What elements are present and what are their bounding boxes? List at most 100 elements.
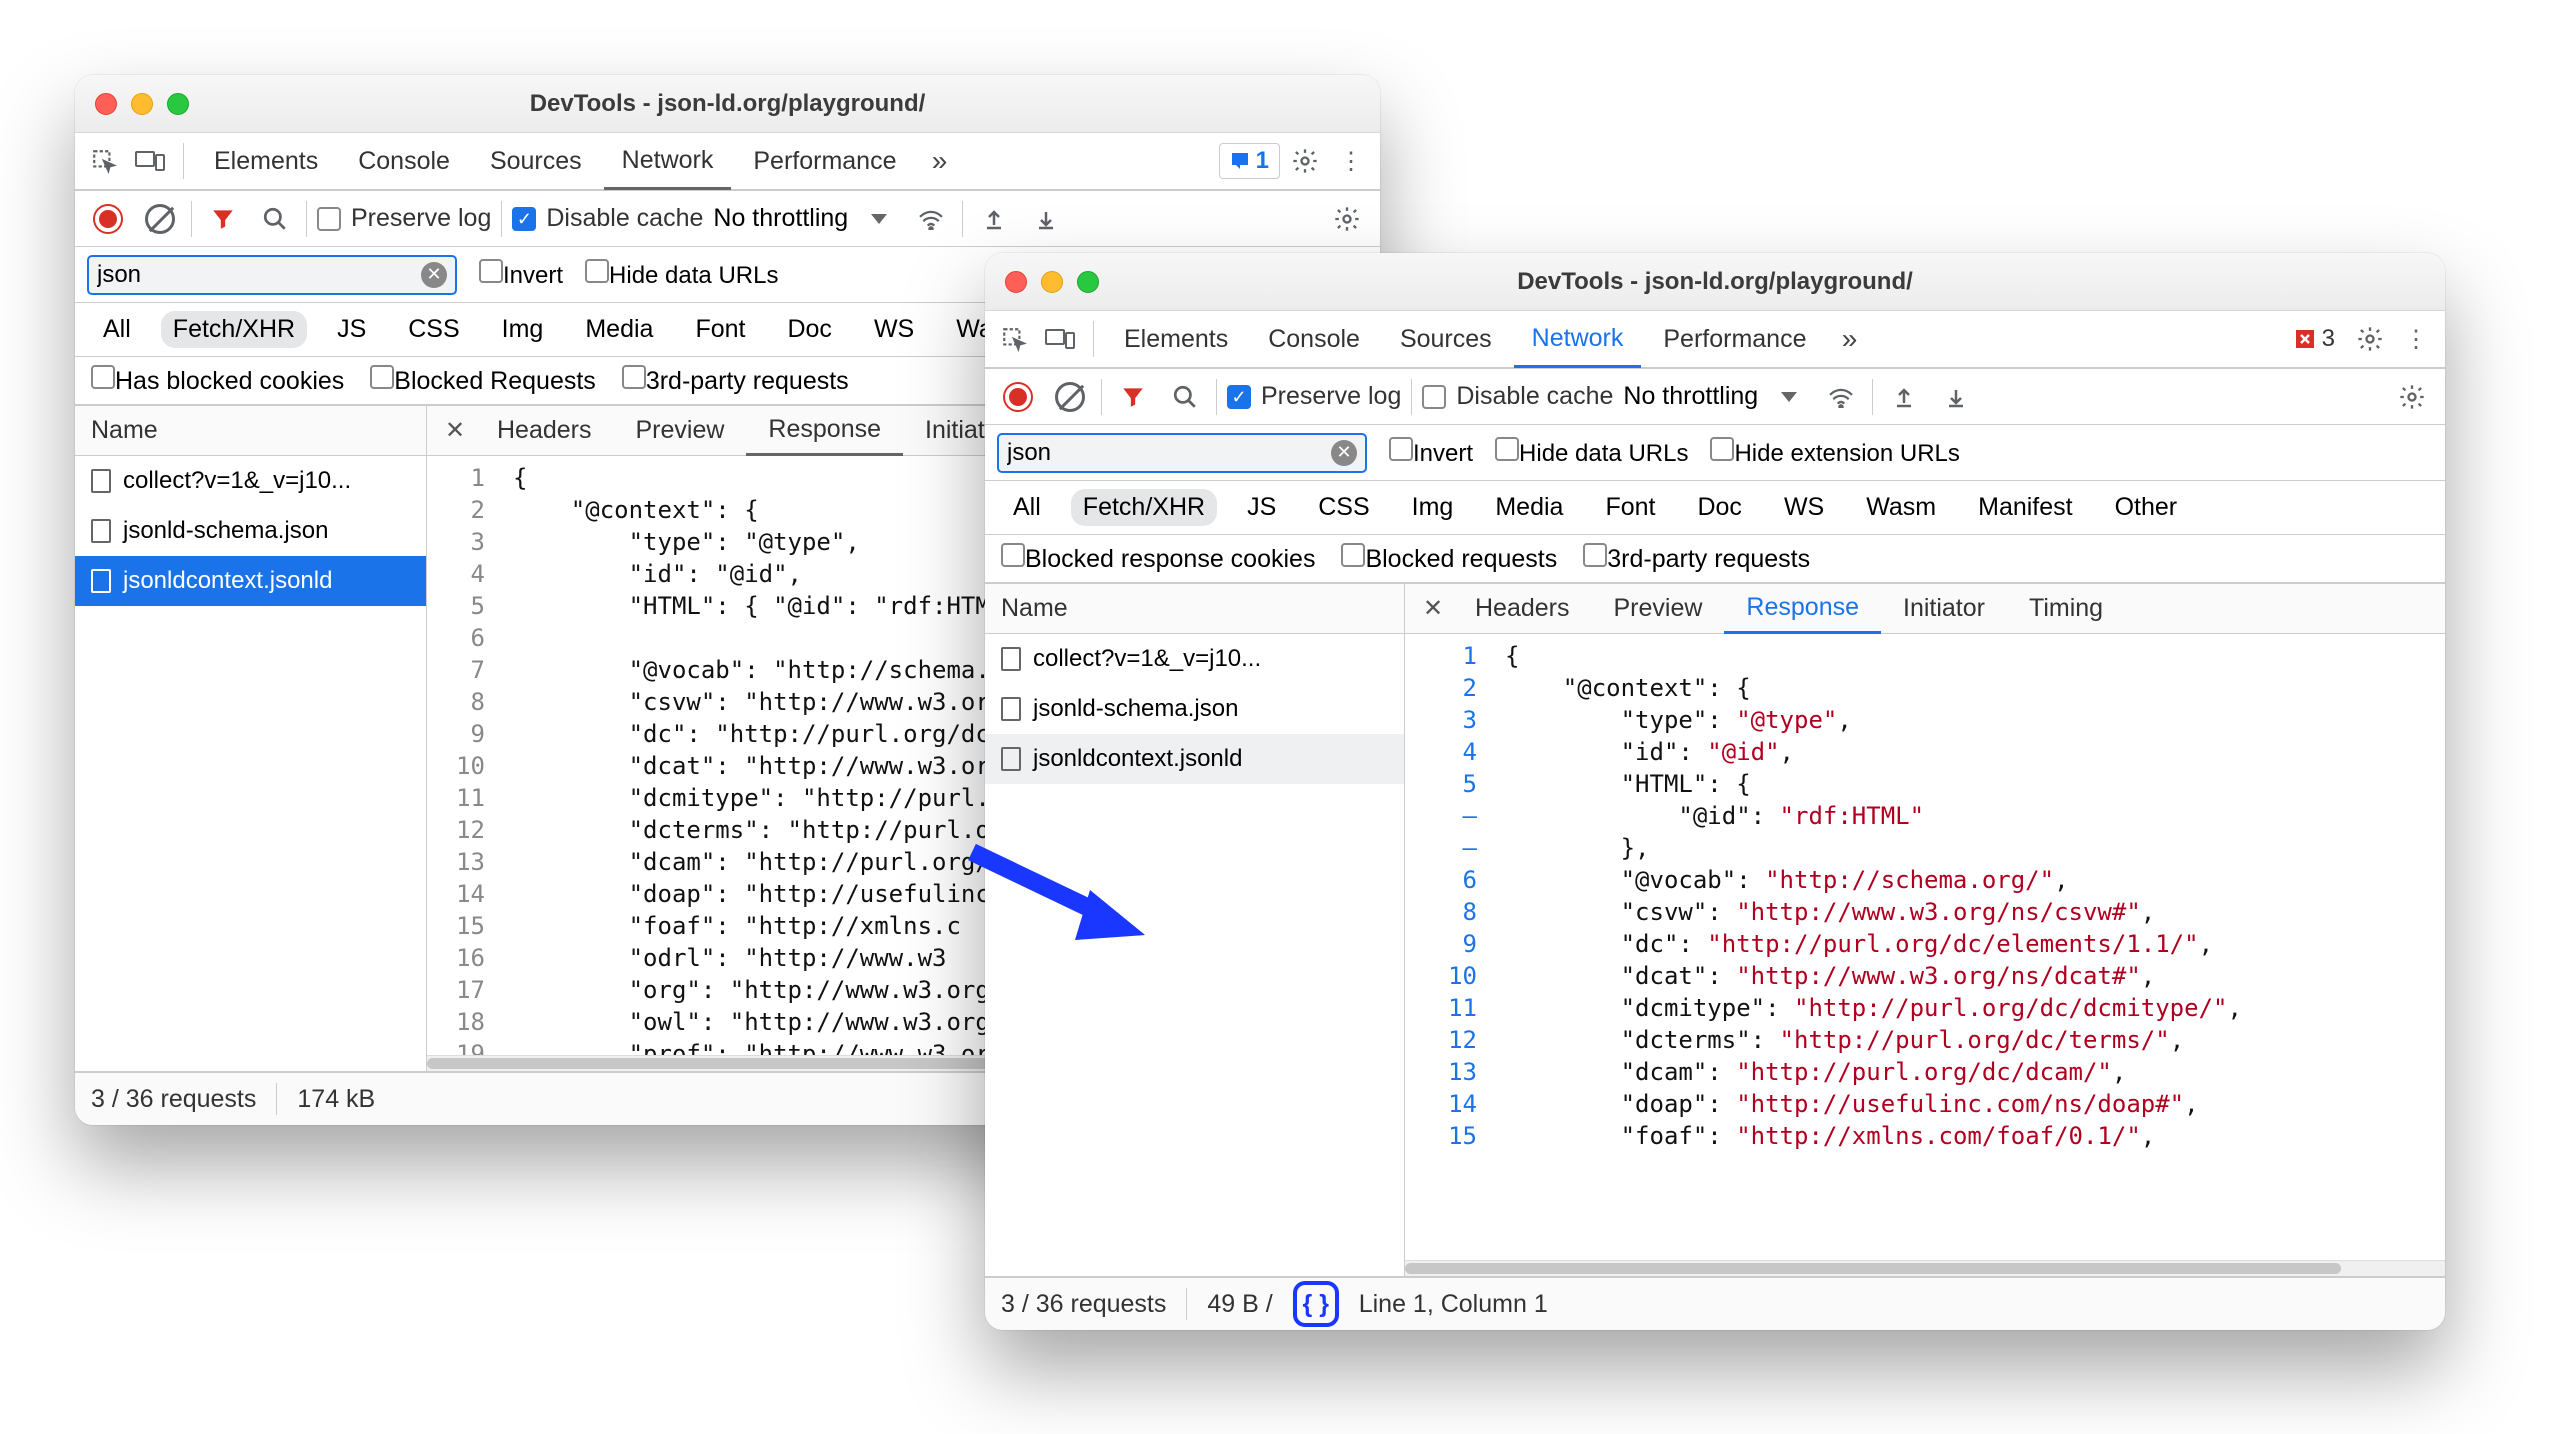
close-icon[interactable] (95, 93, 117, 115)
horizontal-scrollbar[interactable] (1405, 1260, 2445, 1276)
download-icon[interactable] (1935, 376, 1977, 418)
record-button[interactable] (997, 376, 1039, 418)
type-img[interactable]: Img (1400, 489, 1466, 526)
name-column-header[interactable]: Name (75, 406, 426, 456)
request-row[interactable]: jsonldcontext.jsonld (985, 734, 1404, 784)
upload-icon[interactable] (1883, 376, 1925, 418)
tab-response[interactable]: Response (746, 407, 903, 456)
throttling-select[interactable]: No throttling (1623, 382, 1758, 411)
kebab-icon[interactable]: ⋮ (2395, 318, 2437, 360)
type-img[interactable]: Img (490, 311, 556, 348)
more-tabs-icon[interactable]: » (1828, 318, 1870, 360)
search-icon[interactable] (1164, 376, 1206, 418)
clear-button[interactable] (139, 198, 181, 240)
type-media[interactable]: Media (1483, 489, 1575, 526)
tab-timing[interactable]: Timing (2007, 584, 2125, 633)
request-row[interactable]: jsonld-schema.json (985, 684, 1404, 734)
issues-badge[interactable]: 1 (1219, 143, 1280, 179)
clear-filter-icon[interactable]: ✕ (1331, 440, 1357, 466)
tab-elements[interactable]: Elements (196, 133, 336, 189)
titlebar[interactable]: DevTools - json-ld.org/playground/ (75, 75, 1380, 133)
filter-input[interactable]: ✕ (997, 433, 1367, 473)
minimize-icon[interactable] (131, 93, 153, 115)
tab-headers[interactable]: Headers (1453, 584, 1592, 633)
kebab-icon[interactable]: ⋮ (1330, 140, 1372, 182)
record-button[interactable] (87, 198, 129, 240)
invert-checkbox[interactable]: Invert (1389, 437, 1473, 468)
tab-performance[interactable]: Performance (1645, 311, 1824, 367)
type-manifest[interactable]: Manifest (1966, 489, 2084, 526)
throttling-select[interactable]: No throttling (713, 204, 848, 233)
disable-cache-checkbox[interactable]: Disable cache (512, 204, 703, 233)
type-other[interactable]: Other (2103, 489, 2190, 526)
settings-icon[interactable] (1284, 140, 1326, 182)
errors-badge[interactable]: 3 (2284, 321, 2345, 357)
download-icon[interactable] (1025, 198, 1067, 240)
device-toggle-icon[interactable] (1039, 318, 1081, 360)
tab-preview[interactable]: Preview (614, 406, 747, 455)
tab-response[interactable]: Response (1724, 585, 1881, 634)
type-doc[interactable]: Doc (1685, 489, 1753, 526)
filter-text-input[interactable] (97, 261, 413, 289)
type-css[interactable]: CSS (1306, 489, 1381, 526)
throttling-chevron-icon[interactable] (858, 198, 900, 240)
filter-icon[interactable] (202, 198, 244, 240)
close-detail-icon[interactable]: ✕ (435, 416, 475, 445)
blocked-requests-checkbox[interactable]: Blocked Requests (370, 365, 596, 396)
tab-console[interactable]: Console (340, 133, 468, 189)
type-fetch-xhr[interactable]: Fetch/XHR (1071, 489, 1217, 526)
throttling-chevron-icon[interactable] (1768, 376, 1810, 418)
maximize-icon[interactable] (167, 93, 189, 115)
type-js[interactable]: JS (1235, 489, 1288, 526)
type-js[interactable]: JS (325, 311, 378, 348)
type-media[interactable]: Media (573, 311, 665, 348)
type-fetch-xhr[interactable]: Fetch/XHR (161, 311, 307, 348)
more-tabs-icon[interactable]: » (918, 140, 960, 182)
clear-button[interactable] (1049, 376, 1091, 418)
pretty-print-button[interactable]: { } (1293, 1281, 1339, 1327)
filter-text-input[interactable] (1007, 439, 1323, 467)
has-blocked-cookies-checkbox[interactable]: Has blocked cookies (91, 365, 344, 396)
upload-icon[interactable] (973, 198, 1015, 240)
disable-cache-checkbox[interactable]: Disable cache (1422, 382, 1613, 411)
device-toggle-icon[interactable] (129, 140, 171, 182)
tab-elements[interactable]: Elements (1106, 311, 1246, 367)
inspect-icon[interactable] (993, 318, 1035, 360)
third-party-checkbox[interactable]: 3rd-party requests (622, 365, 849, 396)
request-row-selected[interactable]: jsonldcontext.jsonld (75, 556, 426, 606)
clear-filter-icon[interactable]: ✕ (421, 262, 447, 288)
request-row[interactable]: jsonld-schema.json (75, 506, 426, 556)
settings-icon[interactable] (2391, 376, 2433, 418)
type-doc[interactable]: Doc (775, 311, 843, 348)
type-ws[interactable]: WS (862, 311, 926, 348)
titlebar[interactable]: DevTools - json-ld.org/playground/ (985, 253, 2445, 311)
type-font[interactable]: Font (1593, 489, 1667, 526)
name-column-header[interactable]: Name (985, 584, 1404, 634)
request-row[interactable]: collect?v=1&_v=j10... (75, 456, 426, 506)
tab-preview[interactable]: Preview (1592, 584, 1725, 633)
hide-extension-urls-checkbox[interactable]: Hide extension URLs (1710, 437, 1959, 468)
request-row[interactable]: collect?v=1&_v=j10... (985, 634, 1404, 684)
wifi-icon[interactable] (1820, 376, 1862, 418)
tab-console[interactable]: Console (1250, 311, 1378, 367)
invert-checkbox[interactable]: Invert (479, 259, 563, 290)
hide-data-urls-checkbox[interactable]: Hide data URLs (1495, 437, 1688, 468)
maximize-icon[interactable] (1077, 271, 1099, 293)
type-font[interactable]: Font (683, 311, 757, 348)
blocked-requests-checkbox[interactable]: Blocked requests (1341, 543, 1557, 574)
blocked-response-cookies-checkbox[interactable]: Blocked response cookies (1001, 543, 1315, 574)
type-all[interactable]: All (91, 311, 143, 348)
inspect-icon[interactable] (83, 140, 125, 182)
filter-input[interactable]: ✕ (87, 255, 457, 295)
close-detail-icon[interactable]: ✕ (1413, 594, 1453, 623)
tab-initiator[interactable]: Initiator (1881, 584, 2007, 633)
tab-network[interactable]: Network (604, 134, 732, 190)
wifi-icon[interactable] (910, 198, 952, 240)
search-icon[interactable] (254, 198, 296, 240)
filter-icon[interactable] (1112, 376, 1154, 418)
type-ws[interactable]: WS (1772, 489, 1836, 526)
tab-sources[interactable]: Sources (472, 133, 600, 189)
type-wasm[interactable]: Wasm (1854, 489, 1948, 526)
preserve-log-checkbox[interactable]: Preserve log (317, 204, 491, 233)
response-code[interactable]: 1 2 3 4 5 – – 6 8 9 10 11 12 13 14 15 { … (1405, 634, 2445, 1260)
